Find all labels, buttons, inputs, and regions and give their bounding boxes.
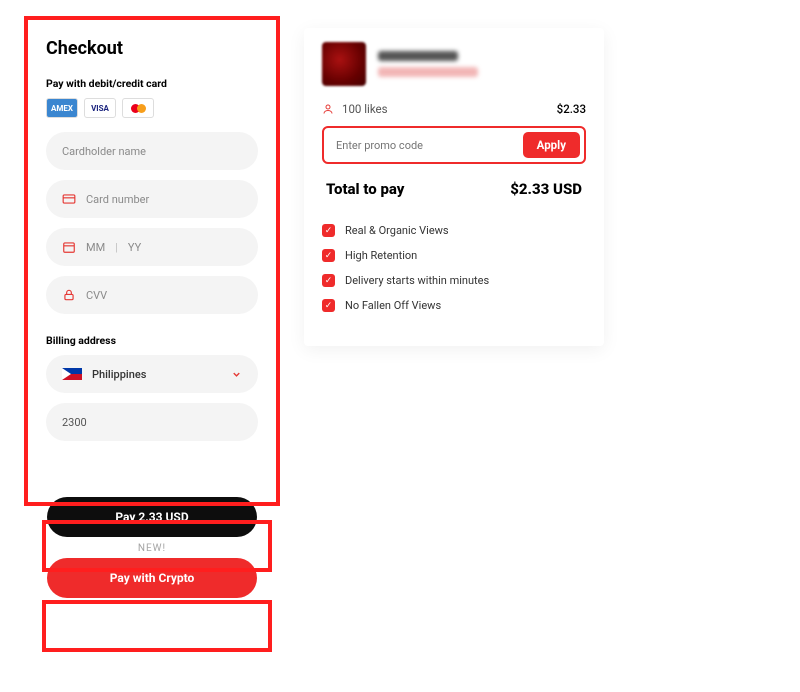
feature-item: ✓ No Fallen Off Views xyxy=(322,299,586,312)
annotation-box xyxy=(42,600,272,652)
user-icon xyxy=(322,103,334,115)
check-icon: ✓ xyxy=(322,249,335,262)
promo-code-input[interactable] xyxy=(328,132,517,158)
postal-value: 2300 xyxy=(62,416,87,429)
total-row: Total to pay $2.33 USD xyxy=(322,180,586,198)
expiry-field[interactable]: MM | YY xyxy=(46,228,258,266)
country-select[interactable]: Philippines xyxy=(46,355,258,393)
product-thumbnail xyxy=(322,42,366,86)
pay-button[interactable]: Pay 2.33 USD xyxy=(47,497,257,537)
philippines-flag-icon xyxy=(62,368,82,380)
card-number-field[interactable]: Card number xyxy=(46,180,258,218)
expiry-mm-placeholder: MM xyxy=(86,241,105,254)
country-value: Philippines xyxy=(92,368,146,381)
chevron-down-icon xyxy=(231,369,242,380)
feature-item: ✓ Delivery starts within minutes xyxy=(322,274,586,287)
feature-item: ✓ High Retention xyxy=(322,249,586,262)
cardholder-placeholder: Cardholder name xyxy=(62,145,146,158)
expiry-yy-placeholder: YY xyxy=(128,241,141,254)
card-logos: AMEX VISA xyxy=(46,98,258,118)
card-icon xyxy=(62,192,76,206)
pay-button-label: Pay 2.33 USD xyxy=(115,510,188,524)
check-icon: ✓ xyxy=(322,299,335,312)
product-subtitle-redacted xyxy=(378,67,478,77)
checkout-form: Checkout Pay with debit/credit card AMEX… xyxy=(28,20,276,471)
total-value: $2.33 USD xyxy=(510,180,582,198)
cvv-field[interactable]: CVV xyxy=(46,276,258,314)
feature-item: ✓ Real & Organic Views xyxy=(322,224,586,237)
cardholder-name-field[interactable]: Cardholder name xyxy=(46,132,258,170)
likes-row: 100 likes $2.33 xyxy=(322,102,586,116)
pay-with-crypto-button[interactable]: Pay with Crypto xyxy=(47,558,257,598)
expiry-separator: | xyxy=(115,241,118,254)
calendar-icon xyxy=(62,240,76,254)
feature-label: High Retention xyxy=(345,249,417,262)
amex-logo: AMEX xyxy=(46,98,78,118)
product-title-redacted xyxy=(378,51,458,61)
feature-label: No Fallen Off Views xyxy=(345,299,441,312)
lock-icon xyxy=(62,288,76,302)
visa-logo: VISA xyxy=(84,98,116,118)
check-icon: ✓ xyxy=(322,224,335,237)
feature-label: Real & Organic Views xyxy=(345,224,449,237)
mastercard-logo xyxy=(122,98,154,118)
crypto-button-label: Pay with Crypto xyxy=(110,571,195,585)
feature-label: Delivery starts within minutes xyxy=(345,274,489,287)
likes-label: 100 likes xyxy=(342,102,388,116)
check-icon: ✓ xyxy=(322,274,335,287)
cardnumber-placeholder: Card number xyxy=(86,193,149,206)
postal-code-field[interactable]: 2300 xyxy=(46,403,258,441)
order-summary-card: 100 likes $2.33 Apply Total to pay $2.33… xyxy=(304,28,604,346)
new-badge: NEW! xyxy=(28,543,276,554)
total-label: Total to pay xyxy=(326,180,404,198)
checkout-title: Checkout xyxy=(46,38,258,59)
promo-code-wrap: Apply xyxy=(322,126,586,164)
apply-promo-button[interactable]: Apply xyxy=(523,132,580,158)
pay-with-label: Pay with debit/credit card xyxy=(46,77,258,90)
billing-address-label: Billing address xyxy=(46,334,258,347)
likes-price: $2.33 xyxy=(557,102,586,116)
apply-label: Apply xyxy=(537,138,566,152)
cvv-placeholder: CVV xyxy=(86,289,107,302)
product-header xyxy=(322,42,586,86)
